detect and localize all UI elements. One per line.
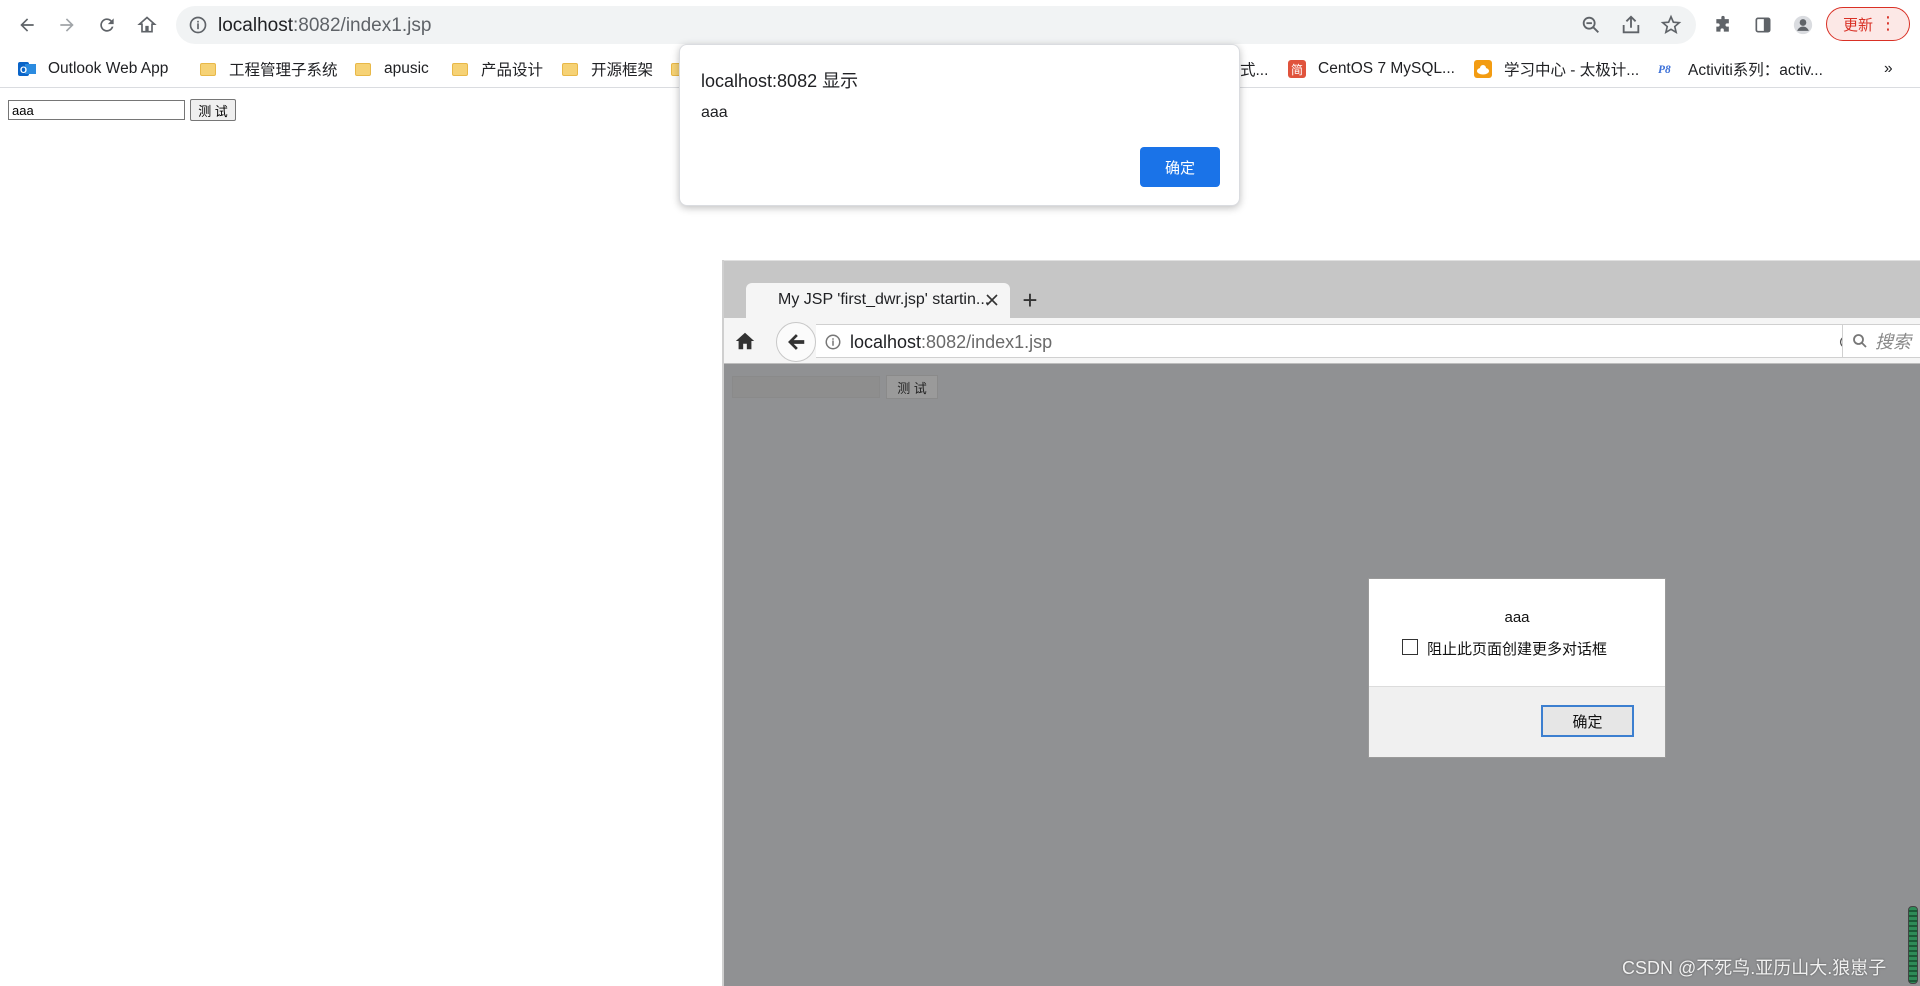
text-input[interactable] xyxy=(8,100,185,120)
firefox-tab[interactable]: My JSP 'first_dwr.jsp' startin... xyxy=(746,283,1010,319)
p8-icon: P8 xyxy=(1658,60,1676,78)
update-button[interactable]: 更新 ⋮ xyxy=(1826,7,1910,41)
new-tab-button[interactable]: + xyxy=(1016,287,1044,315)
folder-icon xyxy=(451,60,469,78)
prevent-dialogs-checkbox[interactable] xyxy=(1402,639,1418,655)
side-panel-icon xyxy=(1755,17,1771,33)
puzzle-icon xyxy=(1716,15,1729,32)
arrow-left-icon xyxy=(20,18,34,32)
bookmark-activiti[interactable]: P8 Activiti系列：activ... xyxy=(1658,56,1823,82)
firefox-search-box[interactable]: 搜索 xyxy=(1842,324,1920,358)
firefox-url-text: localhost:8082/index1.jsp xyxy=(850,332,1053,352)
alert-message: aaa xyxy=(701,104,728,121)
firefox-address-bar[interactable]: localhost:8082/index1.jsp xyxy=(816,324,1866,358)
back-button[interactable] xyxy=(776,322,816,362)
info-icon xyxy=(825,334,841,350)
jian-icon: 简 xyxy=(1288,60,1306,78)
folder-icon xyxy=(199,60,217,78)
avatar-icon xyxy=(1793,15,1813,35)
firefox-content-area: 测 试 aaa 阻止此页面创建更多对话框 确定 xyxy=(724,364,1920,986)
url-text: localhost:8082/index1.jsp xyxy=(218,15,432,36)
firefox-test-button[interactable]: 测 试 xyxy=(886,375,938,399)
extensions-button[interactable] xyxy=(1707,9,1739,41)
dialog-body: aaa 阻止此页面创建更多对话框 xyxy=(1369,579,1665,687)
home-icon[interactable] xyxy=(734,330,756,352)
firefox-tabbar: My JSP 'first_dwr.jsp' startin... + xyxy=(724,260,1920,319)
bookmark-folder-apusic[interactable]: apusic xyxy=(354,56,429,82)
close-icon[interactable] xyxy=(984,292,1000,308)
home-icon xyxy=(137,16,157,33)
reload-button[interactable] xyxy=(91,9,123,41)
address-bar[interactable]: localhost:8082/index1.jsp xyxy=(176,6,1696,44)
search-icon xyxy=(1853,334,1867,348)
forward-button[interactable] xyxy=(51,9,83,41)
home-button[interactable] xyxy=(131,9,163,41)
bookmark-partial[interactable]: 式... xyxy=(1240,56,1268,82)
outlook-icon: O xyxy=(18,60,36,78)
test-button[interactable]: 测 试 xyxy=(190,99,236,121)
bookmark-centos-mysql[interactable]: 简 CentOS 7 MySQL... xyxy=(1288,56,1455,82)
search-placeholder: 搜索 xyxy=(1875,332,1911,352)
firefox-window: My JSP 'first_dwr.jsp' startin... + loca… xyxy=(722,260,1920,986)
arrow-right-icon xyxy=(60,18,74,32)
side-panel-button[interactable] xyxy=(1747,9,1779,41)
alert-ok-button[interactable]: 确定 xyxy=(1140,147,1220,187)
watermark: CSDN @不死鸟.亚历山大.狼崽子 xyxy=(1622,958,1887,978)
bookmark-folder-engineering[interactable]: 工程管理子系统 xyxy=(199,56,338,82)
prevent-dialogs-label: 阻止此页面创建更多对话框 xyxy=(1427,641,1608,658)
more-icon: ⋮ xyxy=(1879,13,1897,33)
back-button[interactable] xyxy=(11,9,43,41)
folder-icon xyxy=(561,60,579,78)
firefox-text-input[interactable] xyxy=(732,376,880,398)
zoom-icon[interactable] xyxy=(1580,14,1602,36)
alert-title: localhost:8082 显示 xyxy=(701,71,859,91)
tab-title: My JSP 'first_dwr.jsp' startin... xyxy=(778,291,990,308)
svg-text:O: O xyxy=(20,65,27,75)
cloud-icon xyxy=(1474,60,1492,78)
folder-icon xyxy=(354,60,372,78)
star-icon[interactable] xyxy=(1660,14,1682,36)
svg-text:P8: P8 xyxy=(1658,64,1671,76)
browser-toolbar: localhost:8082/index1.jsp 更新 ⋮ xyxy=(0,0,1920,50)
firefox-alert-dialog: aaa 阻止此页面创建更多对话框 确定 xyxy=(1368,578,1666,758)
bookmark-learning-center[interactable]: 学习中心 - 太极计... xyxy=(1474,56,1639,82)
reload-icon xyxy=(100,18,114,32)
dialog-message: aaa xyxy=(1504,609,1530,626)
bookmarks-overflow-button[interactable]: » xyxy=(1884,56,1893,82)
arrow-left-icon xyxy=(788,334,805,350)
svg-text:简: 简 xyxy=(1291,63,1303,77)
profile-button[interactable] xyxy=(1787,9,1819,41)
bookmark-folder-open-source[interactable]: 开源框架 xyxy=(561,56,653,82)
share-icon[interactable] xyxy=(1620,14,1642,36)
dialog-ok-button[interactable]: 确定 xyxy=(1541,705,1634,737)
scroll-indicator xyxy=(1908,906,1918,984)
info-icon xyxy=(189,16,207,34)
firefox-navbar: localhost:8082/index1.jsp 搜索 xyxy=(724,318,1920,364)
bookmark-outlook[interactable]: O Outlook Web App xyxy=(18,56,168,82)
alert-dialog: localhost:8082 显示 aaa 确定 xyxy=(679,44,1240,206)
bookmark-folder-product-design[interactable]: 产品设计 xyxy=(451,56,543,82)
update-label: 更新 xyxy=(1843,16,1874,34)
